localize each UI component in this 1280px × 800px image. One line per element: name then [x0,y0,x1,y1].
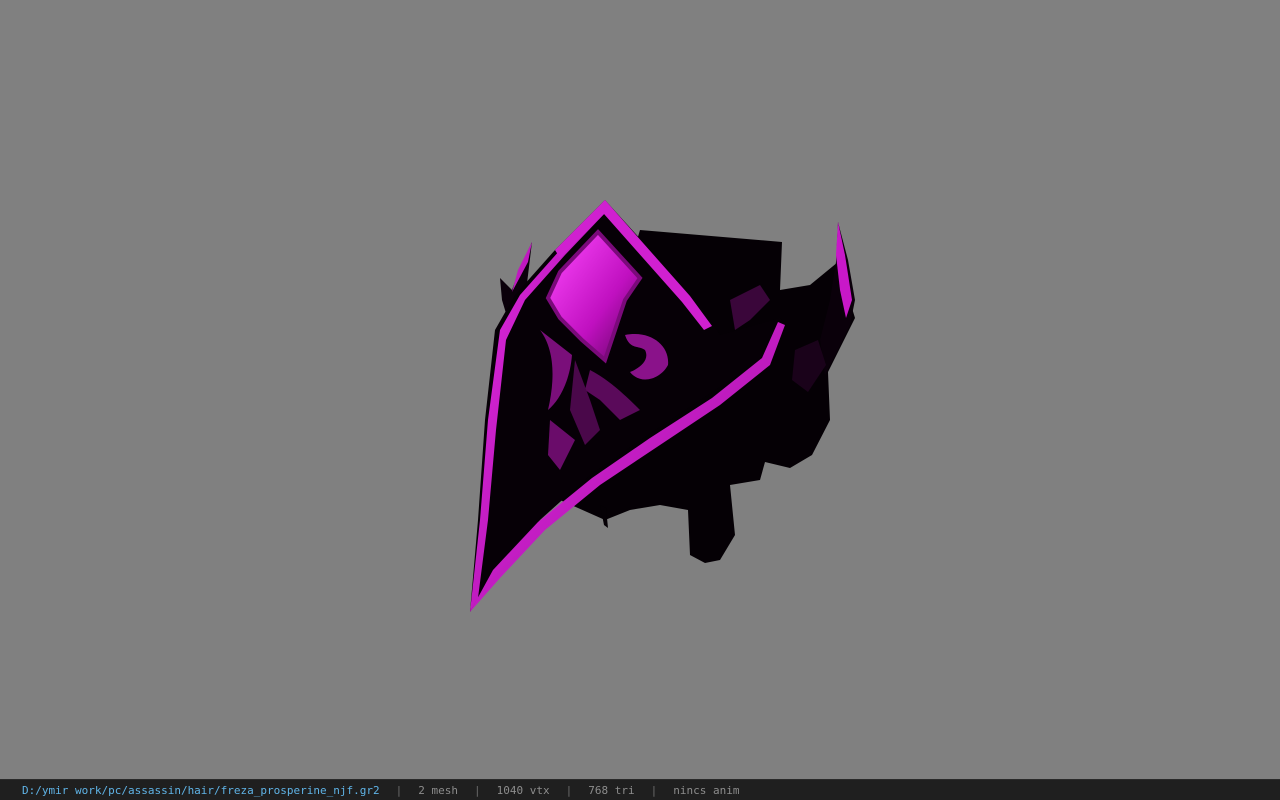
anim-status-label: nincs anim [673,783,740,797]
status-separator: | [565,783,573,797]
model-preview[interactable] [0,0,1280,779]
status-separator: | [474,783,481,797]
triangle-count-label: 768 tri [588,783,635,797]
3d-viewport[interactable] [0,0,1280,779]
vertex-count-label: 1040 vtx [496,783,550,797]
mesh-count-label: 2 mesh [418,783,458,797]
status-separator: | [650,783,658,797]
status-separator: | [395,783,403,797]
status-bar: D:/ymir work/pc/assassin/hair/freza_pros… [0,779,1280,800]
file-path-label: D:/ymir work/pc/assassin/hair/freza_pros… [22,783,380,797]
